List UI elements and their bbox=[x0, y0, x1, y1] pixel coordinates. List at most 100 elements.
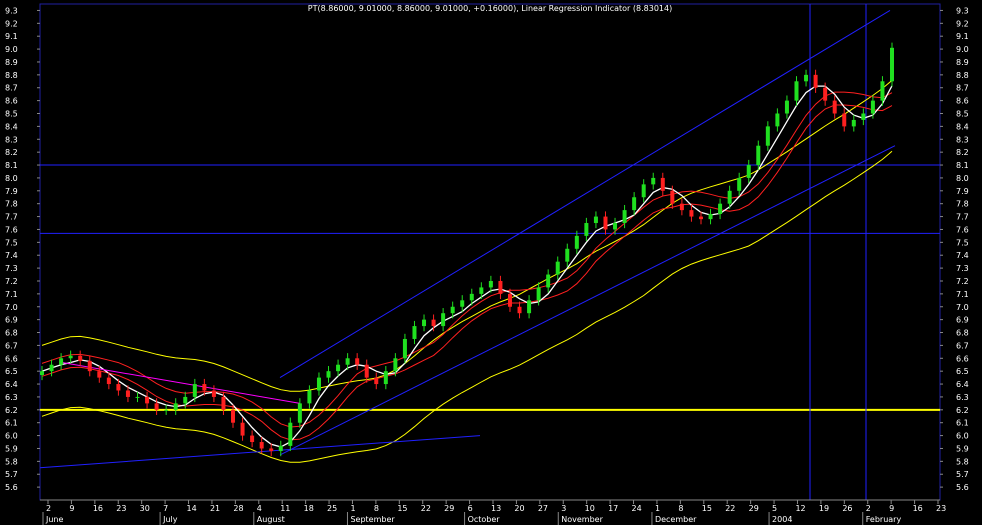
x-tick-label: 16 bbox=[913, 504, 923, 513]
axes: 5.6 5.6 5.7 5.7 5.8 5.8 5.9 5.9 6.0 6.0 6.1 6.1 6.2 6… bbox=[5, 6, 969, 525]
x-tick-label: 6 bbox=[468, 504, 473, 513]
y-tick-label-left: 6.2 bbox=[5, 406, 18, 415]
red-average-line-2 bbox=[41, 91, 893, 428]
y-tick-label-right: 8.6 bbox=[956, 97, 969, 106]
y-tick-label-right: 6.2 bbox=[956, 406, 969, 415]
candle-body bbox=[679, 203, 684, 211]
month-label: December bbox=[655, 515, 697, 524]
candle-body bbox=[737, 177, 742, 191]
candle-body bbox=[431, 319, 436, 327]
y-tick-label-left: 5.8 bbox=[5, 457, 18, 466]
y-tick-label-right: 7.4 bbox=[956, 251, 969, 260]
x-tick-label: 23 bbox=[116, 504, 126, 513]
x-tick-label: 2 bbox=[46, 504, 51, 513]
candle-body bbox=[68, 355, 73, 359]
candle-body bbox=[393, 358, 398, 372]
x-tick-label: 9 bbox=[69, 504, 74, 513]
candle-body bbox=[603, 216, 608, 230]
candle-body bbox=[641, 184, 646, 198]
candle-body bbox=[383, 371, 388, 385]
candle-body bbox=[517, 306, 522, 314]
candle-body bbox=[765, 126, 770, 146]
candle-body bbox=[870, 100, 875, 114]
candle-body bbox=[670, 190, 675, 204]
candle-body bbox=[355, 358, 360, 365]
y-tick-label-left: 6.5 bbox=[5, 367, 18, 376]
month-label: July bbox=[162, 515, 178, 524]
candle-body bbox=[87, 360, 92, 372]
y-tick-label-left: 6.3 bbox=[5, 393, 18, 402]
x-tick-label: 14 bbox=[187, 504, 197, 513]
y-tick-label-right: 8.0 bbox=[956, 174, 969, 183]
x-tick-label: 11 bbox=[280, 504, 290, 513]
y-tick-label-left: 9.1 bbox=[5, 32, 18, 41]
white-regression-line bbox=[41, 85, 893, 448]
candle-body bbox=[832, 100, 837, 114]
y-tick-label-left: 7.2 bbox=[5, 277, 18, 286]
y-tick-label-right: 5.7 bbox=[956, 470, 969, 479]
y-tick-label-left: 8.9 bbox=[5, 58, 18, 67]
candle-body bbox=[584, 223, 589, 236]
candle-body bbox=[316, 377, 321, 391]
y-tick-label-right: 8.9 bbox=[956, 58, 969, 67]
y-tick-label-right: 9.1 bbox=[956, 32, 969, 41]
x-tick-label: 12 bbox=[795, 504, 805, 513]
y-tick-label-right: 6.3 bbox=[956, 393, 969, 402]
candle-body bbox=[479, 287, 484, 294]
series-lines bbox=[39, 10, 896, 469]
y-tick-label-left: 5.9 bbox=[5, 444, 18, 453]
y-tick-label-right: 7.1 bbox=[956, 290, 969, 299]
candle-body bbox=[460, 300, 465, 307]
x-tick-label: 24 bbox=[632, 504, 642, 513]
x-tick-label: 13 bbox=[491, 504, 501, 513]
candle-body bbox=[689, 210, 694, 217]
candle-body bbox=[364, 364, 369, 378]
candle-body bbox=[441, 313, 446, 327]
candle-body bbox=[40, 371, 44, 376]
candle-body bbox=[861, 113, 866, 120]
y-tick-label-right: 6.7 bbox=[956, 341, 969, 350]
y-tick-label-left: 8.2 bbox=[5, 148, 18, 157]
y-tick-label-left: 8.1 bbox=[5, 161, 18, 170]
x-tick-label: 15 bbox=[702, 504, 712, 513]
chart-title: PT(8.86000, 9.01000, 8.86000, 9.01000, +… bbox=[308, 4, 672, 13]
candle-body bbox=[813, 74, 818, 88]
x-tick-label: 23 bbox=[936, 504, 946, 513]
y-tick-label-right: 5.8 bbox=[956, 457, 969, 466]
candle-body bbox=[154, 403, 159, 410]
candle-body bbox=[173, 403, 178, 410]
candle-body bbox=[250, 435, 255, 443]
y-tick-label-right: 9.2 bbox=[956, 19, 969, 28]
candle-body bbox=[78, 355, 83, 361]
x-tick-label: 22 bbox=[725, 504, 735, 513]
y-tick-label-right: 7.0 bbox=[956, 303, 969, 312]
x-tick-label: 18 bbox=[304, 504, 314, 513]
candle-body bbox=[718, 203, 723, 214]
candle-body bbox=[880, 81, 885, 101]
candle-body bbox=[507, 293, 512, 307]
x-tick-label: 8 bbox=[374, 504, 379, 513]
y-tick-label-left: 9.0 bbox=[5, 45, 18, 54]
candle-body bbox=[498, 280, 503, 294]
x-tick-label: 2 bbox=[866, 504, 871, 513]
x-tick-label: 27 bbox=[538, 504, 548, 513]
month-label: 2004 bbox=[772, 515, 792, 524]
month-label: August bbox=[257, 515, 285, 524]
candle-body bbox=[278, 445, 283, 452]
x-tick-label: 16 bbox=[93, 504, 103, 513]
candle-body bbox=[326, 371, 331, 378]
candle-body bbox=[336, 364, 341, 372]
month-label: September bbox=[350, 515, 395, 524]
candle-body bbox=[593, 216, 598, 224]
candle-body bbox=[546, 274, 551, 288]
x-tick-label: 29 bbox=[444, 504, 454, 513]
candle-body bbox=[632, 197, 637, 211]
y-tick-label-right: 6.8 bbox=[956, 329, 969, 338]
candle-body bbox=[660, 177, 665, 191]
y-tick-label-right: 6.6 bbox=[956, 354, 969, 363]
y-tick-label-left: 6.1 bbox=[5, 419, 18, 428]
y-tick-label-left: 9.2 bbox=[5, 19, 18, 28]
y-tick-label-left: 8.5 bbox=[5, 110, 18, 119]
candle-body bbox=[746, 165, 751, 178]
y-tick-label-left: 5.6 bbox=[5, 483, 18, 492]
